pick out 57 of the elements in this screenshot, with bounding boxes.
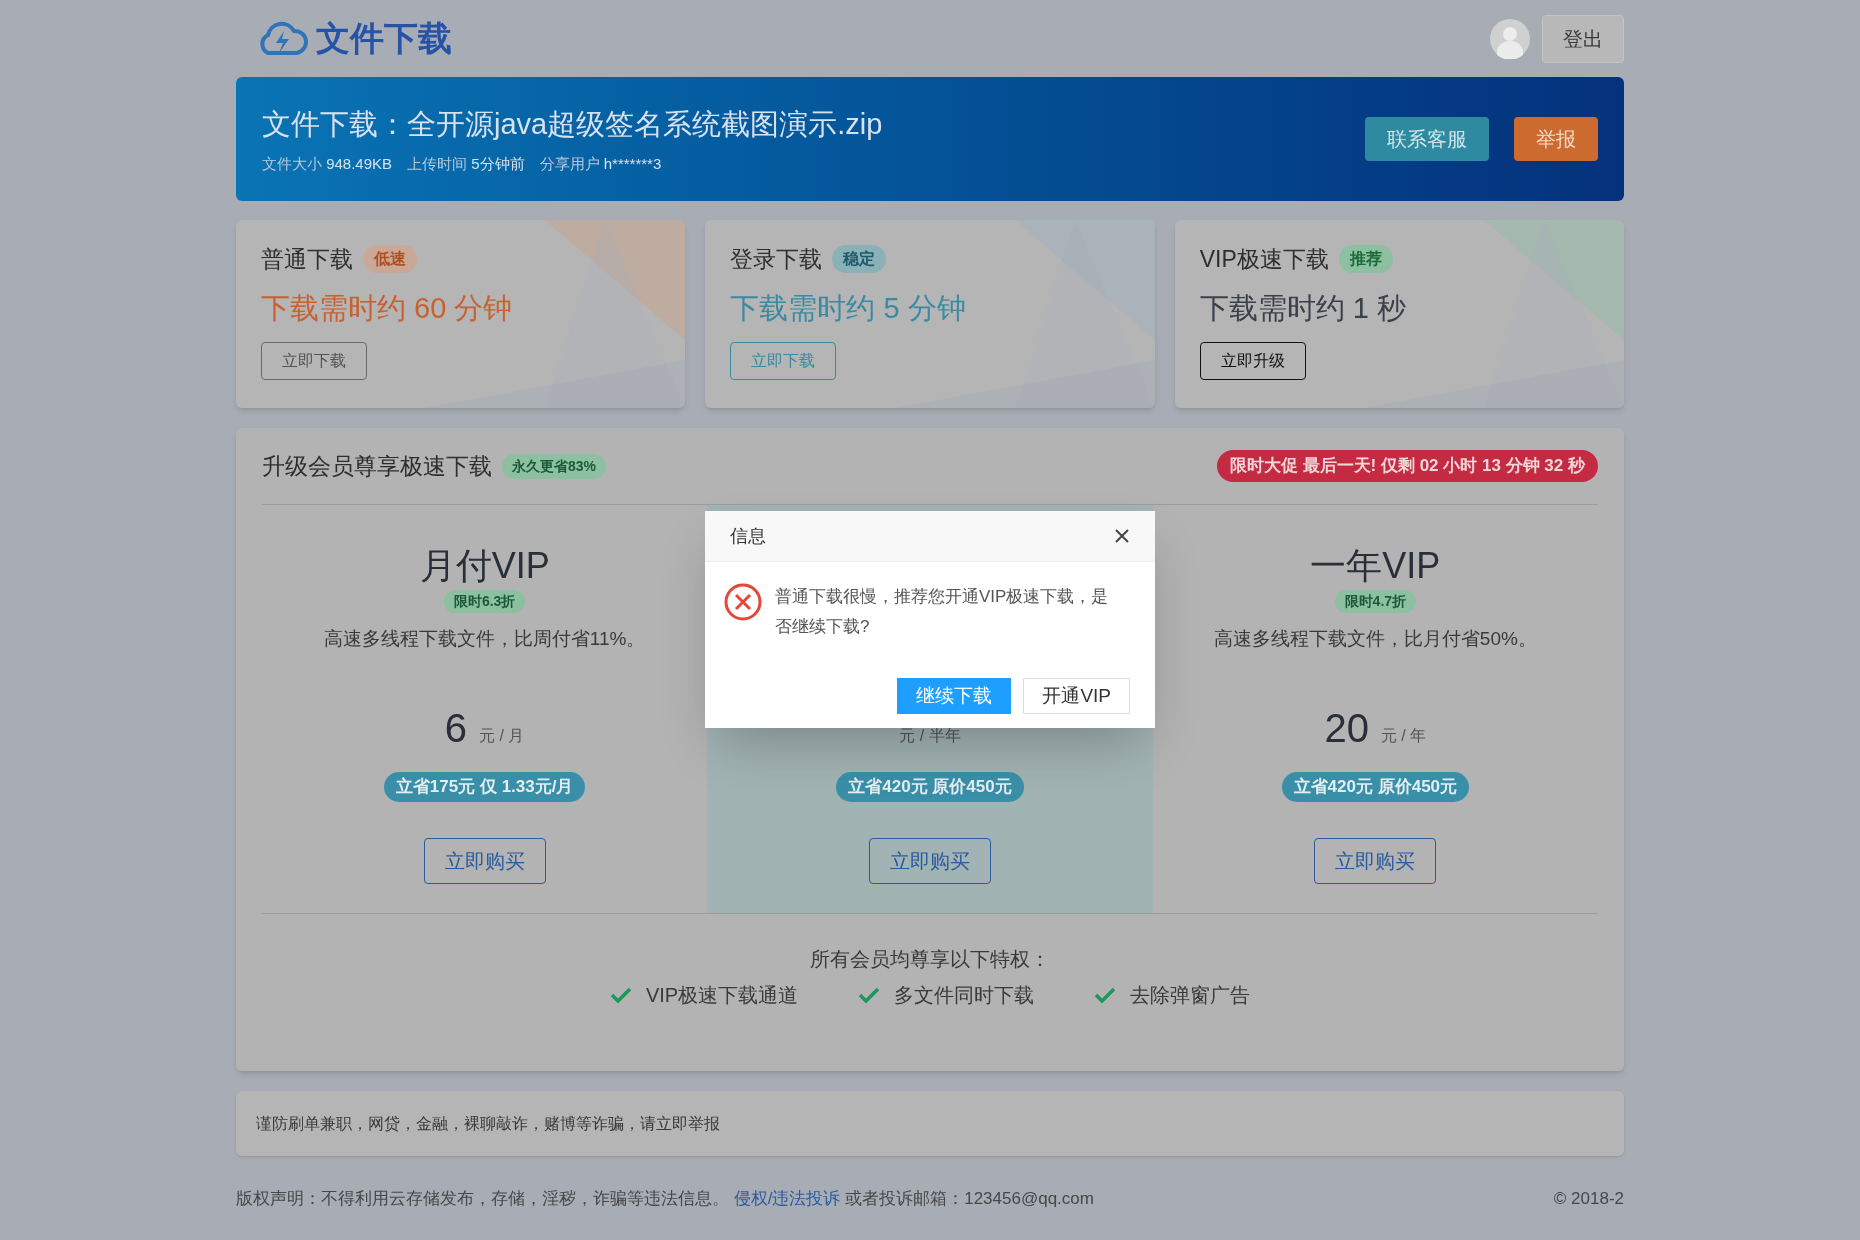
download-time: 下载需时约 1 秒 xyxy=(1199,290,1407,326)
perks-title: 所有会员均尊享以下特权： xyxy=(810,947,1050,972)
dialog-message: 普通下载很慢，推荐您开通VIP极速下载，是否继续下载? xyxy=(775,586,1110,638)
perk-label: 去除弹窗广告 xyxy=(1130,983,1251,1008)
card-title: 登录下载 xyxy=(730,245,823,274)
promo-badge: 限时大促 最后一天! 仅剩 02 小时 13 分钟 32 秒 xyxy=(1216,450,1598,482)
copyright-years: © 2018-2 xyxy=(1553,1188,1624,1210)
discount-badge: 限时4.7折 xyxy=(1334,590,1417,613)
plan-unit: 元 / 半年 xyxy=(899,726,961,746)
vip-panel-title: 升级会员尊享极速下载 xyxy=(262,451,492,481)
logo-text: 文件下载 xyxy=(316,18,452,59)
file-meta: 分享用户 h*******3 xyxy=(539,153,662,174)
file-title: 文件下载：全开源java超级签名系统截图演示.zip xyxy=(262,107,883,142)
download-time: 下载需时约 5 分钟 xyxy=(730,290,967,326)
plan-description: 高速多线程下载文件，比月付省50%。 xyxy=(1213,626,1537,651)
perk-label: 多文件同时下载 xyxy=(894,983,1035,1008)
banner-button[interactable]: 举报 xyxy=(1514,117,1598,161)
file-meta: 上传时间 5分钟前 xyxy=(407,153,525,174)
speed-tag: 低速 xyxy=(363,245,417,274)
check-icon xyxy=(609,986,632,1004)
plan-description: 高速多线程下载文件，比周付省11%。 xyxy=(323,626,646,651)
perk-label: VIP极速下载通道 xyxy=(645,983,799,1008)
close-icon[interactable] xyxy=(1114,528,1130,544)
plan-unit: 元 / 年 xyxy=(1380,726,1427,746)
discount-badge: 限时6.3折 xyxy=(443,590,526,613)
speed-tag: 稳定 xyxy=(832,245,887,274)
saving-pill: 立省175元 仅 1.33元/月 xyxy=(383,772,586,802)
buy-button[interactable]: 立即购买 xyxy=(1314,837,1437,884)
check-icon xyxy=(1094,986,1117,1004)
plan-price: 6 xyxy=(444,708,468,748)
download-time: 下载需时约 60 分钟 xyxy=(261,290,514,326)
copyright-notice: 版权声明：不得利用云存储发布，存储，淫秽，诈骗等违法信息。 侵权/违法投诉 或者投诉邮箱：123456@qq.com xyxy=(236,1188,1094,1210)
download-button[interactable]: 立即升级 xyxy=(1199,342,1306,380)
banner-button[interactable]: 联系客服 xyxy=(1365,117,1489,161)
complaint-link[interactable]: 侵权/违法投诉 xyxy=(733,1189,841,1208)
speed-tag: 推荐 xyxy=(1338,245,1393,274)
plan-name: 一年VIP xyxy=(1310,548,1441,584)
dialog-button[interactable]: 开通VIP xyxy=(1023,678,1130,714)
plan-unit: 元 / 月 xyxy=(479,726,525,746)
logout-button[interactable]: 登出 xyxy=(1542,14,1624,63)
dialog-button[interactable]: 继续下载 xyxy=(897,678,1012,714)
saving-pill: 立省420元 原价450元 xyxy=(836,772,1024,802)
saving-badge: 永久更省83% xyxy=(502,453,607,479)
file-meta: 文件大小 948.49KB xyxy=(262,153,393,174)
saving-pill: 立省420元 原价450元 xyxy=(1281,772,1470,802)
dialog-title: 信息 xyxy=(730,524,766,548)
card-title: 普通下载 xyxy=(261,245,353,274)
buy-button[interactable]: 立即购买 xyxy=(423,837,546,884)
download-button[interactable]: 立即下载 xyxy=(730,342,837,380)
check-icon xyxy=(858,986,881,1004)
card-title: VIP极速下载 xyxy=(1199,245,1329,274)
warning-text: 谨防刷单兼职，网贷，金融，裸聊敲诈，赌博等诈骗，请立即举报 xyxy=(256,1113,720,1134)
download-button[interactable]: 立即下载 xyxy=(261,342,367,380)
error-icon xyxy=(723,582,763,622)
buy-button[interactable]: 立即购买 xyxy=(869,837,991,884)
plan-name: 月付VIP xyxy=(419,548,550,584)
plan-price: 20 xyxy=(1324,708,1369,748)
